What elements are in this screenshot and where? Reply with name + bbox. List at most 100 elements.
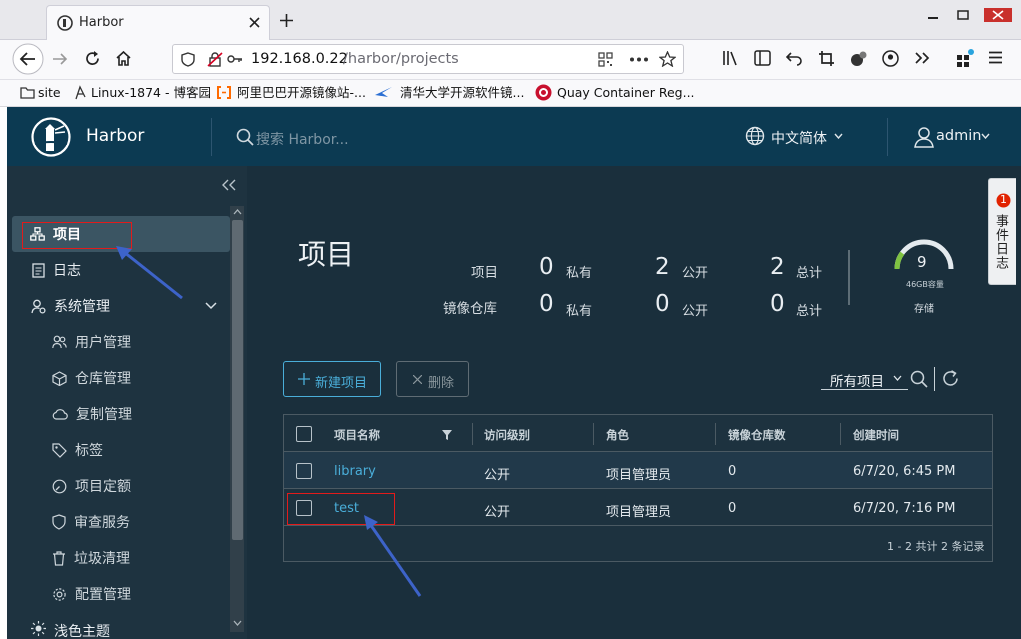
tsinghua-icon bbox=[375, 87, 392, 97]
search-icon[interactable] bbox=[910, 370, 928, 388]
sidebar-toggle-icon[interactable] bbox=[754, 50, 771, 66]
app-name[interactable]: Harbor bbox=[86, 126, 144, 146]
insecure-lock-icon[interactable] bbox=[207, 52, 223, 67]
bookmark-quay[interactable]: Quay Container Reg... bbox=[557, 85, 695, 101]
column-header-name[interactable]: 项目名称 bbox=[334, 427, 380, 443]
cell-repo-count: 0 bbox=[728, 501, 737, 516]
sidebar-subitem-users[interactable]: 用户管理 bbox=[52, 327, 131, 357]
sidebar-subitem-replication[interactable]: 复制管理 bbox=[52, 399, 132, 429]
extensions-icon[interactable] bbox=[955, 48, 975, 68]
bookmark-star-icon[interactable] bbox=[659, 51, 676, 67]
column-separator[interactable] bbox=[715, 423, 716, 445]
new-project-label: 新建项目 bbox=[315, 376, 368, 391]
browser-tab[interactable]: Harbor bbox=[46, 5, 270, 40]
sidebar-item-label: 仓库管理 bbox=[75, 371, 131, 387]
delete-label: 删除 bbox=[428, 376, 455, 391]
library-icon[interactable] bbox=[722, 50, 739, 66]
sidebar-item-logs[interactable]: 日志 bbox=[32, 255, 81, 285]
bookmark-cnblogs[interactable]: Linux-1874 - 博客园 bbox=[91, 85, 211, 101]
sidebar-scrollbar-thumb[interactable] bbox=[232, 220, 243, 540]
quay-icon bbox=[535, 84, 552, 101]
sidebar-subitem-quotas[interactable]: 项目定额 bbox=[52, 471, 131, 501]
back-button[interactable] bbox=[12, 43, 44, 75]
bookmark-aliyun[interactable]: 阿里巴巴开源镜像站-... bbox=[237, 85, 366, 101]
harbor-logo-icon[interactable] bbox=[31, 117, 71, 157]
sidebar-subitem-registries[interactable]: 仓库管理 bbox=[52, 363, 131, 393]
sidebar-item-admin[interactable]: 系统管理 bbox=[31, 291, 110, 321]
qr-code-icon[interactable] bbox=[598, 52, 613, 67]
hamburger-menu-icon[interactable] bbox=[988, 51, 1003, 64]
stat-unit: 私有 bbox=[566, 304, 593, 319]
datagrid-header: 项目名称 访问级别 角色 镜像仓库数 创建时间 bbox=[284, 415, 992, 452]
replication-icon bbox=[52, 408, 68, 420]
folder-icon bbox=[20, 87, 35, 99]
pen-nib-icon bbox=[75, 85, 86, 100]
new-project-button[interactable]: 新建项目 bbox=[283, 361, 381, 397]
chevron-down-icon[interactable] bbox=[205, 302, 217, 310]
forward-button[interactable] bbox=[52, 51, 68, 67]
account-icon[interactable] bbox=[882, 50, 899, 67]
sun-icon bbox=[31, 621, 46, 636]
sidebar-item-label: 标签 bbox=[75, 443, 103, 459]
delete-button[interactable]: 删除 bbox=[396, 361, 469, 397]
reload-icon[interactable] bbox=[84, 50, 101, 67]
language-selector[interactable]: 中文简体 bbox=[771, 128, 827, 148]
project-name-link[interactable]: library bbox=[334, 464, 376, 479]
harbor-favicon-icon bbox=[57, 15, 73, 31]
aliyun-icon bbox=[217, 86, 231, 99]
sidebar-subitem-gc[interactable]: 垃圾清理 bbox=[52, 543, 130, 573]
bookmark-tsinghua[interactable]: 清华大学开源软件镜... bbox=[400, 85, 524, 101]
stat-value: 0 bbox=[655, 291, 670, 317]
bookmark-site[interactable]: site bbox=[38, 85, 61, 101]
app-header bbox=[7, 107, 1021, 166]
column-header-access[interactable]: 访问级别 bbox=[484, 427, 530, 443]
gear-icon bbox=[53, 587, 66, 601]
cell-created: 6/7/20, 6:45 PM bbox=[853, 464, 956, 479]
column-separator[interactable] bbox=[472, 423, 473, 445]
column-header-repo-count[interactable]: 镜像仓库数 bbox=[728, 427, 786, 443]
sidebar-subitem-config[interactable]: 配置管理 bbox=[52, 579, 131, 609]
globe-icon[interactable] bbox=[745, 126, 765, 146]
url-bar[interactable]: 192.168.0.22 /harbor/projects bbox=[172, 44, 684, 74]
stat-unit: 总计 bbox=[796, 304, 823, 319]
stats-divider bbox=[848, 250, 850, 305]
user-icon[interactable] bbox=[914, 126, 934, 148]
stat-value: 2 bbox=[770, 254, 785, 280]
column-header-created[interactable]: 创建时间 bbox=[853, 427, 899, 443]
extension-ball-icon[interactable] bbox=[850, 50, 867, 67]
refresh-icon[interactable] bbox=[942, 370, 959, 387]
filter-icon[interactable] bbox=[442, 430, 452, 440]
user-menu[interactable]: admin bbox=[936, 128, 981, 144]
home-icon[interactable] bbox=[115, 50, 132, 67]
scroll-down-icon[interactable] bbox=[233, 620, 242, 626]
column-separator[interactable] bbox=[593, 423, 594, 445]
page-actions-icon[interactable] bbox=[630, 57, 648, 62]
overflow-chevrons-icon[interactable] bbox=[914, 51, 930, 65]
close-tab-icon[interactable] bbox=[249, 17, 260, 28]
undo-icon[interactable] bbox=[786, 50, 803, 66]
search-icon[interactable] bbox=[236, 128, 254, 146]
collapse-sidebar-icon[interactable] bbox=[222, 179, 236, 191]
new-tab-icon[interactable] bbox=[279, 13, 294, 28]
table-row[interactable]: library 公开 项目管理员 0 6/7/20, 6:45 PM bbox=[284, 452, 992, 489]
row-checkbox[interactable] bbox=[296, 463, 312, 479]
datagrid-footer: 1 - 2 共计 2 条记录 bbox=[887, 540, 985, 553]
column-header-role[interactable]: 角色 bbox=[606, 427, 629, 443]
select-all-checkbox[interactable] bbox=[296, 426, 312, 442]
window-controls[interactable] bbox=[922, 8, 1012, 22]
column-separator[interactable] bbox=[840, 423, 841, 445]
sidebar-item-theme[interactable]: 浅色主题 bbox=[31, 615, 110, 639]
registry-icon bbox=[52, 370, 67, 386]
stat-unit: 私有 bbox=[566, 266, 593, 281]
project-filter-select[interactable]: 所有项目 bbox=[821, 366, 908, 390]
sidebar-subitem-labels[interactable]: 标签 bbox=[52, 435, 103, 465]
stat-value: 0 bbox=[539, 254, 554, 280]
cell-role: 项目管理员 bbox=[606, 468, 672, 483]
search-input[interactable]: 搜索 Harbor... bbox=[256, 129, 349, 149]
shield-icon[interactable] bbox=[181, 52, 195, 67]
stat-unit: 公开 bbox=[682, 304, 709, 319]
scroll-up-icon[interactable] bbox=[233, 209, 242, 215]
key-icon[interactable] bbox=[227, 53, 243, 65]
sidebar-subitem-interrogation[interactable]: 审查服务 bbox=[52, 507, 130, 537]
crop-screenshot-icon[interactable] bbox=[818, 50, 835, 67]
